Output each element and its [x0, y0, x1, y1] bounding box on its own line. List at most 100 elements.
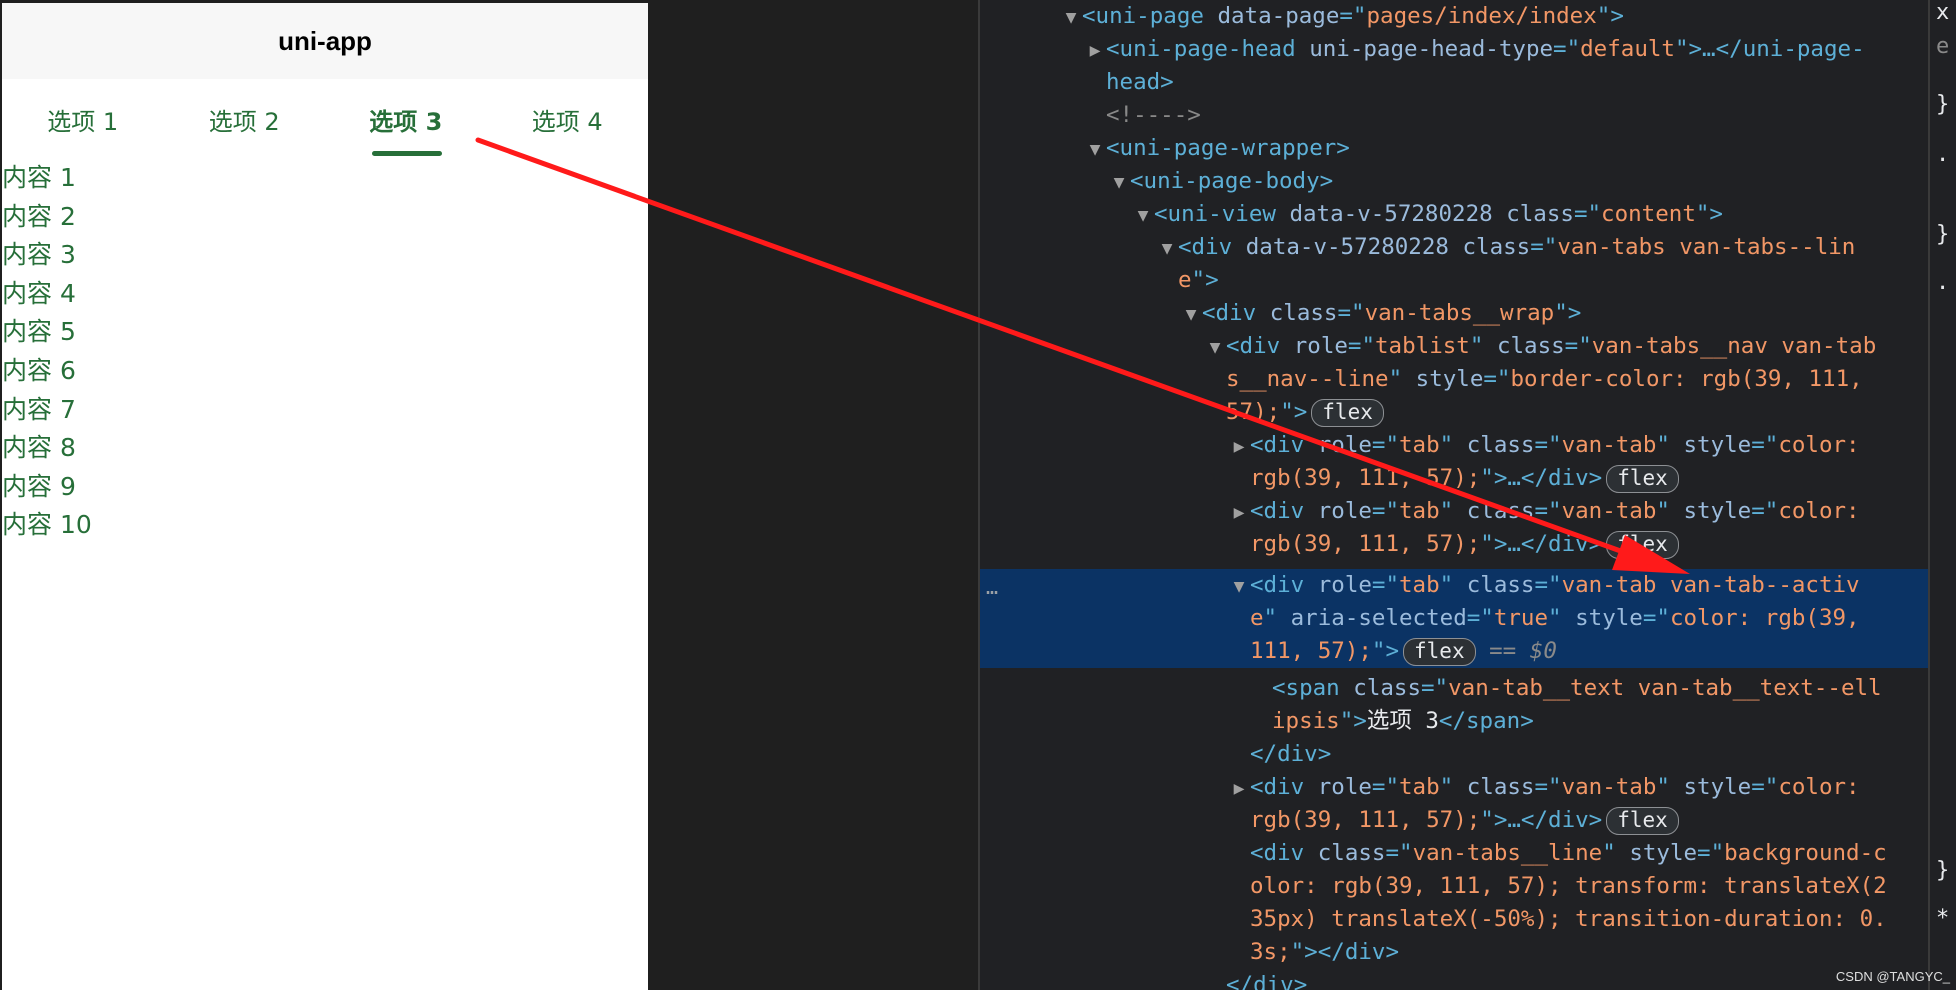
tab-option-3[interactable]: 选项 3 [325, 79, 487, 159]
dom-node-wrap: head> [980, 66, 1928, 99]
attr-eq: =" [1466, 605, 1494, 631]
dom-node-uni-page-wrapper[interactable]: ▼ <uni-page-wrapper> [980, 132, 1928, 165]
flex-badge[interactable]: flex [1311, 398, 1384, 427]
attr-name: class [1269, 300, 1338, 326]
attr-value: van-tabs__line [1412, 840, 1603, 866]
dom-node-div-close[interactable]: </div> [980, 738, 1928, 771]
attr-value: tab [1399, 498, 1440, 524]
attr-value: content [1601, 201, 1696, 227]
attr-eq: =" [1339, 3, 1367, 29]
dom-node-tab-2[interactable]: ▶ <div role="tab" class="van-tab" style="… [980, 495, 1928, 528]
attr-eq: =" [1553, 36, 1581, 62]
dom-node-uni-view[interactable]: ▼ <uni-view data-v-57280228 class="conten… [980, 198, 1928, 231]
attr-eq: =" [1573, 201, 1602, 227]
attr-eq: =" [1483, 366, 1511, 392]
attr-value: 35px) translateX(-50%); transition-durat… [1250, 906, 1887, 932]
attr-name: role [1317, 774, 1372, 800]
dom-node-van-tabs-wrap[interactable]: ▼ <div class="van-tabs__wrap"> [980, 297, 1928, 330]
attr-value: e [1178, 267, 1192, 293]
tab-option-2[interactable]: 选项 2 [164, 79, 326, 159]
dom-node-comment[interactable]: <!----> [980, 99, 1928, 132]
list-item: 内容 8 [2, 433, 76, 463]
expand-triangle-icon[interactable]: ▼ [1108, 166, 1130, 199]
collapse-triangle-icon[interactable]: ▶ [1228, 772, 1250, 805]
expand-triangle-icon[interactable]: ▼ [1156, 232, 1178, 265]
attr-eq: =" [1371, 774, 1400, 800]
expand-triangle-icon[interactable]: ▼ [1228, 570, 1250, 603]
attr-name: class [1466, 572, 1535, 598]
tab-option-4[interactable]: 选项 4 [487, 79, 649, 159]
page-title: uni-app [278, 25, 372, 56]
dom-node-span[interactable]: <span class="van-tab__text van-tab__text… [980, 672, 1928, 705]
dom-node-tab-1[interactable]: ▶ <div role="tab" class="van-tab" style="… [980, 429, 1928, 462]
dom-node-wrap: ipsis">选项 3</span> [980, 705, 1928, 738]
flex-badge[interactable]: flex [1403, 637, 1476, 666]
dom-node-uni-page-body[interactable]: ▼ <uni-page-body> [980, 165, 1928, 198]
collapse-triangle-icon[interactable]: ▶ [1228, 430, 1250, 463]
dom-node-wrap: s__nav--line" style="border-color: rgb(3… [980, 363, 1928, 396]
attr-name: class [1506, 201, 1574, 227]
dom-node-tab-3-selected[interactable]: ▼ <div role="tab" class="van-tab van-tab-… [980, 569, 1928, 602]
tag-open: <uni-page-wrapper> [1106, 135, 1350, 161]
expand-triangle-icon[interactable]: ▼ [1180, 298, 1202, 331]
attr-name: style [1575, 605, 1643, 631]
flex-badge[interactable]: flex [1606, 464, 1679, 493]
expand-triangle-icon[interactable]: ▼ [1204, 331, 1226, 364]
expand-triangle-icon[interactable]: ▼ [1132, 199, 1154, 232]
dom-node-uni-page[interactable]: ▼ <uni-page data-page="pages/index/index"… [980, 0, 1928, 33]
styles-pane[interactable]: x e } . } . } * [1928, 0, 1956, 990]
attr-quote: " [1439, 498, 1467, 524]
tag-close: "> [1280, 399, 1308, 425]
attr-eq: =" [1337, 300, 1365, 326]
list-item: 内容 10 [2, 510, 92, 540]
styles-text: e [1936, 34, 1950, 59]
console-ref: == $0 [1489, 638, 1557, 664]
tab-bar: 选项 1 选项 2 选项 3 选项 4 [2, 79, 648, 159]
attr-value: tablist [1375, 333, 1470, 359]
expand-triangle-icon[interactable]: ▼ [1084, 133, 1106, 166]
attr-quote: " [1656, 432, 1684, 458]
list-item: 内容 6 [2, 355, 76, 385]
tag-close: </div> [1250, 741, 1332, 767]
tag-open: <span [1272, 675, 1354, 701]
attr-eq: =" [1642, 605, 1670, 631]
attr-quote: " [1439, 774, 1467, 800]
dom-node-div-close[interactable]: </div> [980, 969, 1928, 990]
tag-open: <div [1178, 234, 1246, 260]
attr-value: van-tab van-tab--activ [1561, 572, 1860, 598]
list-item: 内容 7 [2, 394, 76, 424]
flex-badge[interactable]: flex [1606, 806, 1679, 835]
attr-eq: =" [1751, 774, 1779, 800]
attr-name: class [1466, 498, 1535, 524]
dom-node-van-tabs[interactable]: ▼ <div data-v-57280228 class="van-tabs va… [980, 231, 1928, 264]
dom-node-wrap: 35px) translateX(-50%); transition-durat… [980, 903, 1928, 936]
expand-triangle-icon[interactable]: ▼ [1060, 1, 1082, 34]
tag-open: <div [1250, 774, 1318, 800]
attr-eq: =" [1751, 498, 1779, 524]
list-item: 内容 3 [2, 240, 76, 270]
attr-eq: =" [1564, 333, 1592, 359]
dom-node-wrap: rgb(39, 111, 57);">…</div> flex [980, 462, 1928, 495]
tag-open: <div [1226, 333, 1294, 359]
tag-close: </span> [1438, 708, 1534, 734]
attr-value: van-tab [1561, 432, 1657, 458]
flex-badge[interactable]: flex [1606, 530, 1679, 559]
attr-value: 111, 57); [1250, 638, 1372, 664]
attr-name: class [1462, 234, 1531, 260]
more-actions-icon[interactable]: … [986, 575, 998, 599]
dom-node-tablist[interactable]: ▼ <div role="tablist" class="van-tabs__na… [980, 330, 1928, 363]
collapse-triangle-icon[interactable]: ▶ [1084, 34, 1106, 67]
attr-quote: " [1602, 840, 1630, 866]
attr-eq: =" [1530, 234, 1558, 260]
dom-node-van-tabs-line[interactable]: <div class="van-tabs__line" style="backg… [980, 837, 1928, 870]
tag-close: "> [1371, 638, 1400, 664]
attr-value: border-color: rgb(39, 111, [1510, 366, 1863, 392]
tab-option-1[interactable]: 选项 1 [2, 79, 164, 159]
attr-quote: " [1469, 333, 1497, 359]
dom-node-uni-page-head[interactable]: ▶ <uni-page-head uni-page-head-type="defa… [980, 33, 1928, 66]
attr-eq: =" [1534, 572, 1562, 598]
dom-node-tab-4[interactable]: ▶ <div role="tab" class="van-tab" style="… [980, 771, 1928, 804]
attr-name: class [1317, 840, 1386, 866]
collapse-triangle-icon[interactable]: ▶ [1228, 496, 1250, 529]
attr-eq: =" [1371, 432, 1400, 458]
